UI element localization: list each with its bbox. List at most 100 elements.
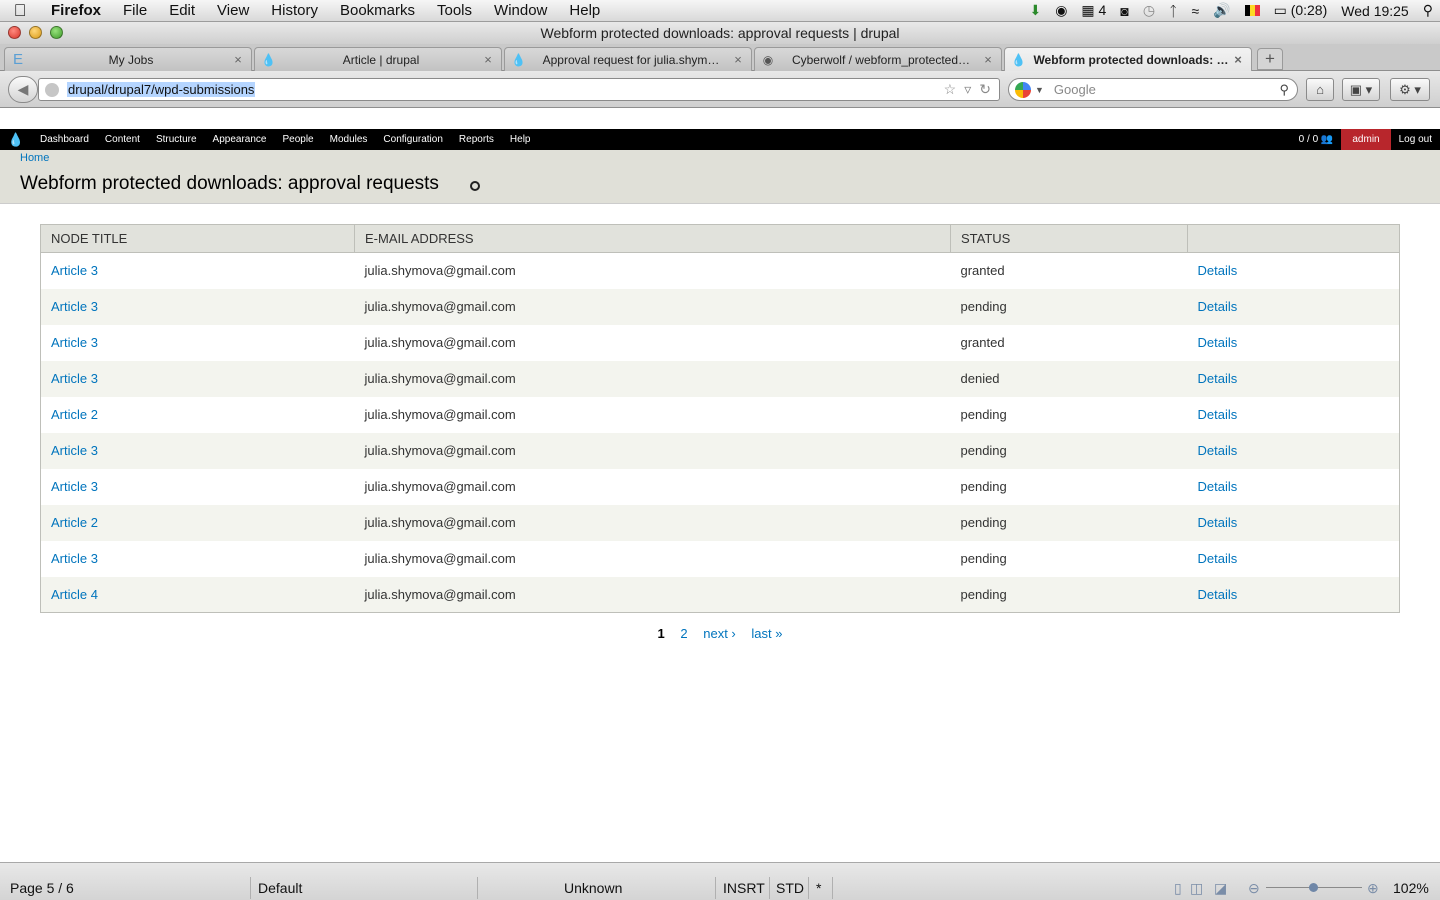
details-link[interactable]: Details xyxy=(1198,263,1238,278)
volume-icon[interactable]: 🔊 xyxy=(1206,2,1237,19)
details-link[interactable]: Details xyxy=(1198,443,1238,458)
node-title-link[interactable]: Article 3 xyxy=(51,479,98,494)
menu-help[interactable]: Help xyxy=(558,0,611,22)
bookmarks-button[interactable]: ▣ ▾ xyxy=(1342,78,1380,101)
menu-tools[interactable]: Tools xyxy=(426,0,483,22)
details-link[interactable]: Details xyxy=(1198,551,1238,566)
toolbar-modules[interactable]: Modules xyxy=(322,129,376,150)
new-tab-button[interactable]: + xyxy=(1257,48,1283,70)
zoom-out-icon[interactable]: ⊖ xyxy=(1248,877,1260,899)
details-link[interactable]: Details xyxy=(1198,371,1238,386)
details-link[interactable]: Details xyxy=(1198,515,1238,530)
node-title-link[interactable]: Article 3 xyxy=(51,443,98,458)
google-icon[interactable] xyxy=(1015,81,1031,98)
shortcut-toggle[interactable]: 0 / 0 👥 xyxy=(1291,134,1342,145)
book-view-icon[interactable]: ◪ xyxy=(1214,877,1227,899)
menu-window[interactable]: Window xyxy=(483,0,558,22)
menu-app[interactable]: Firefox xyxy=(40,0,112,22)
toolbar-appearance[interactable]: Appearance xyxy=(205,129,275,150)
tab-my-jobs[interactable]: E My Jobs × xyxy=(4,47,252,71)
toolbar-help[interactable]: Help xyxy=(502,129,539,150)
flag-icon[interactable] xyxy=(1244,5,1260,16)
site-identity-icon[interactable] xyxy=(45,82,59,97)
close-tab-icon[interactable]: × xyxy=(231,52,245,67)
node-title-link[interactable]: Article 2 xyxy=(51,515,98,530)
search-engine-dropdown-icon[interactable]: ▼ xyxy=(1035,85,1044,95)
url-text[interactable]: drupal/drupal7/wpd-submissions xyxy=(67,82,256,97)
clock[interactable]: Wed 19:25 xyxy=(1334,3,1415,19)
close-window-button[interactable] xyxy=(8,26,21,39)
close-tab-icon[interactable]: × xyxy=(481,52,495,67)
url-bar[interactable]: drupal/drupal7/wpd-submissions ☆ ▿ ↻ xyxy=(38,78,1000,101)
page-indicator[interactable]: Page 5 / 6 xyxy=(10,877,74,899)
wifi-icon[interactable]: ≈ xyxy=(1184,3,1206,19)
close-tab-icon[interactable]: × xyxy=(981,52,995,67)
evernote-icon[interactable]: ◉ xyxy=(1048,2,1074,19)
pager-page-2[interactable]: 2 xyxy=(680,626,687,641)
toolbar-reports[interactable]: Reports xyxy=(451,129,502,150)
tab-github[interactable]: ◉ Cyberwolf / webform_protected… × xyxy=(754,47,1002,71)
details-link[interactable]: Details xyxy=(1198,479,1238,494)
search-icon[interactable]: ⚲ xyxy=(1279,82,1289,98)
zoom-window-button[interactable] xyxy=(50,26,63,39)
bookmark-star-icon[interactable]: ☆ xyxy=(944,81,957,98)
tab-article[interactable]: 💧 Article | drupal × xyxy=(254,47,502,71)
node-title-link[interactable]: Article 3 xyxy=(51,371,98,386)
language-field[interactable]: Unknown xyxy=(564,877,622,899)
node-title-link[interactable]: Article 3 xyxy=(51,263,98,278)
details-link[interactable]: Details xyxy=(1198,407,1238,422)
minimize-window-button[interactable] xyxy=(29,26,42,39)
node-title-link[interactable]: Article 4 xyxy=(51,587,98,602)
home-button[interactable]: ⌂ xyxy=(1306,78,1334,101)
page-style[interactable]: Default xyxy=(258,877,302,899)
logout-link[interactable]: Log out xyxy=(1391,129,1440,150)
pager-next[interactable]: next › xyxy=(703,626,736,641)
node-title-link[interactable]: Article 3 xyxy=(51,551,98,566)
single-page-view-icon[interactable]: ▯ xyxy=(1174,877,1182,899)
toolbar-people[interactable]: People xyxy=(274,129,321,150)
toolbar-structure[interactable]: Structure xyxy=(148,129,205,150)
addons-button[interactable]: ⚙ ▾ xyxy=(1390,78,1430,101)
multi-page-view-icon[interactable]: ◫ xyxy=(1190,877,1203,899)
toolbar-configuration[interactable]: Configuration xyxy=(375,129,450,150)
node-title-link[interactable]: Article 2 xyxy=(51,407,98,422)
download-icon[interactable]: ⬇ xyxy=(1022,2,1048,19)
history-dropdown-icon[interactable]: ▿ xyxy=(964,81,971,98)
details-link[interactable]: Details xyxy=(1198,299,1238,314)
toolbar-dashboard[interactable]: Dashboard xyxy=(32,129,97,150)
notes-icon[interactable]: ▦ 4 xyxy=(1074,2,1113,19)
zoom-slider-handle[interactable] xyxy=(1309,883,1318,892)
menu-view[interactable]: View xyxy=(206,0,260,22)
bluetooth-icon[interactable]: ᛏ xyxy=(1162,3,1184,19)
close-tab-icon[interactable]: × xyxy=(731,52,745,67)
pager-last[interactable]: last » xyxy=(751,626,782,641)
home-druplicon-icon[interactable]: 💧 xyxy=(0,132,32,148)
details-link[interactable]: Details xyxy=(1198,587,1238,602)
node-title-link[interactable]: Article 3 xyxy=(51,335,98,350)
toolbar-content[interactable]: Content xyxy=(97,129,148,150)
reload-icon[interactable]: ↻ xyxy=(979,81,991,98)
add-shortcut-icon[interactable] xyxy=(470,181,480,191)
back-button[interactable]: ◀ xyxy=(8,76,38,103)
tab-webform-active[interactable]: 💧 Webform protected downloads: … × xyxy=(1004,47,1252,71)
tab-approval-request[interactable]: 💧 Approval request for julia.shym… × xyxy=(504,47,752,71)
time-machine-icon[interactable]: ◷ xyxy=(1136,2,1162,19)
breadcrumb-home[interactable]: Home xyxy=(20,152,49,164)
selection-mode[interactable]: STD xyxy=(776,877,804,899)
spotlight-icon[interactable]: ⚲ xyxy=(1416,2,1440,19)
menu-bookmarks[interactable]: Bookmarks xyxy=(329,0,426,22)
battery-icon[interactable]: ▭ (0:28) xyxy=(1267,2,1335,19)
details-link[interactable]: Details xyxy=(1198,335,1238,350)
menu-history[interactable]: History xyxy=(260,0,329,22)
search-input[interactable]: Google xyxy=(1054,82,1096,97)
skype-icon[interactable]: ◙ xyxy=(1113,3,1135,19)
insert-mode[interactable]: INSRT xyxy=(723,877,765,899)
apple-icon[interactable]:  xyxy=(0,1,40,21)
close-tab-icon[interactable]: × xyxy=(1231,52,1245,67)
zoom-in-icon[interactable]: ⊕ xyxy=(1367,877,1379,899)
search-bar[interactable]: ▼ Google ⚲ xyxy=(1008,78,1298,101)
zoom-level[interactable]: 102% xyxy=(1393,877,1429,899)
menu-file[interactable]: File xyxy=(112,0,158,22)
node-title-link[interactable]: Article 3 xyxy=(51,299,98,314)
user-account-link[interactable]: admin xyxy=(1341,129,1391,150)
